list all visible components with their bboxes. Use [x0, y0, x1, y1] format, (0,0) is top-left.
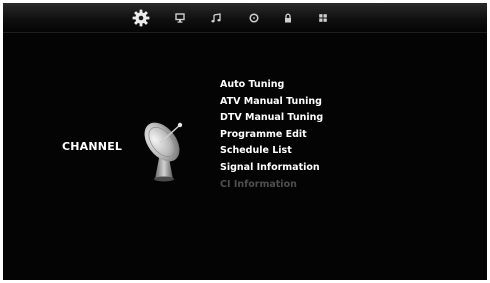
tab-time[interactable]	[241, 3, 267, 32]
tv-menu-screen: CHANNEL Auto Tuning ATV Manual Tuning DT	[3, 3, 487, 280]
lock-icon	[285, 13, 291, 22]
tab-setup[interactable]	[310, 3, 336, 32]
monitor-icon	[175, 12, 185, 23]
menu-item-programme-edit[interactable]: Programme Edit	[220, 127, 323, 144]
menu-tab-bar	[3, 3, 487, 33]
music-note-icon	[211, 12, 221, 22]
clock-icon	[249, 12, 259, 23]
gear-icon	[132, 9, 150, 26]
menu-item-ci-information: CI Information	[220, 178, 297, 190]
tab-lock[interactable]	[275, 3, 301, 32]
grid-icon	[319, 13, 327, 22]
satellite-dish-icon	[144, 122, 183, 182]
channel-menu-list: Auto Tuning ATV Manual Tuning DTV Manual…	[220, 77, 323, 193]
menu-item-signal-information[interactable]: Signal Information	[220, 160, 323, 177]
section-title: CHANNEL	[62, 140, 123, 153]
tab-sound[interactable]	[203, 3, 229, 32]
menu-item-schedule-list[interactable]: Schedule List	[220, 143, 323, 160]
menu-item-auto-tuning[interactable]: Auto Tuning	[220, 77, 323, 94]
tab-picture[interactable]	[167, 3, 193, 32]
menu-item-atv-manual-tuning[interactable]: ATV Manual Tuning	[220, 94, 323, 111]
tab-channel-settings[interactable]	[128, 3, 154, 32]
menu-item-dtv-manual-tuning[interactable]: DTV Manual Tuning	[220, 110, 323, 127]
